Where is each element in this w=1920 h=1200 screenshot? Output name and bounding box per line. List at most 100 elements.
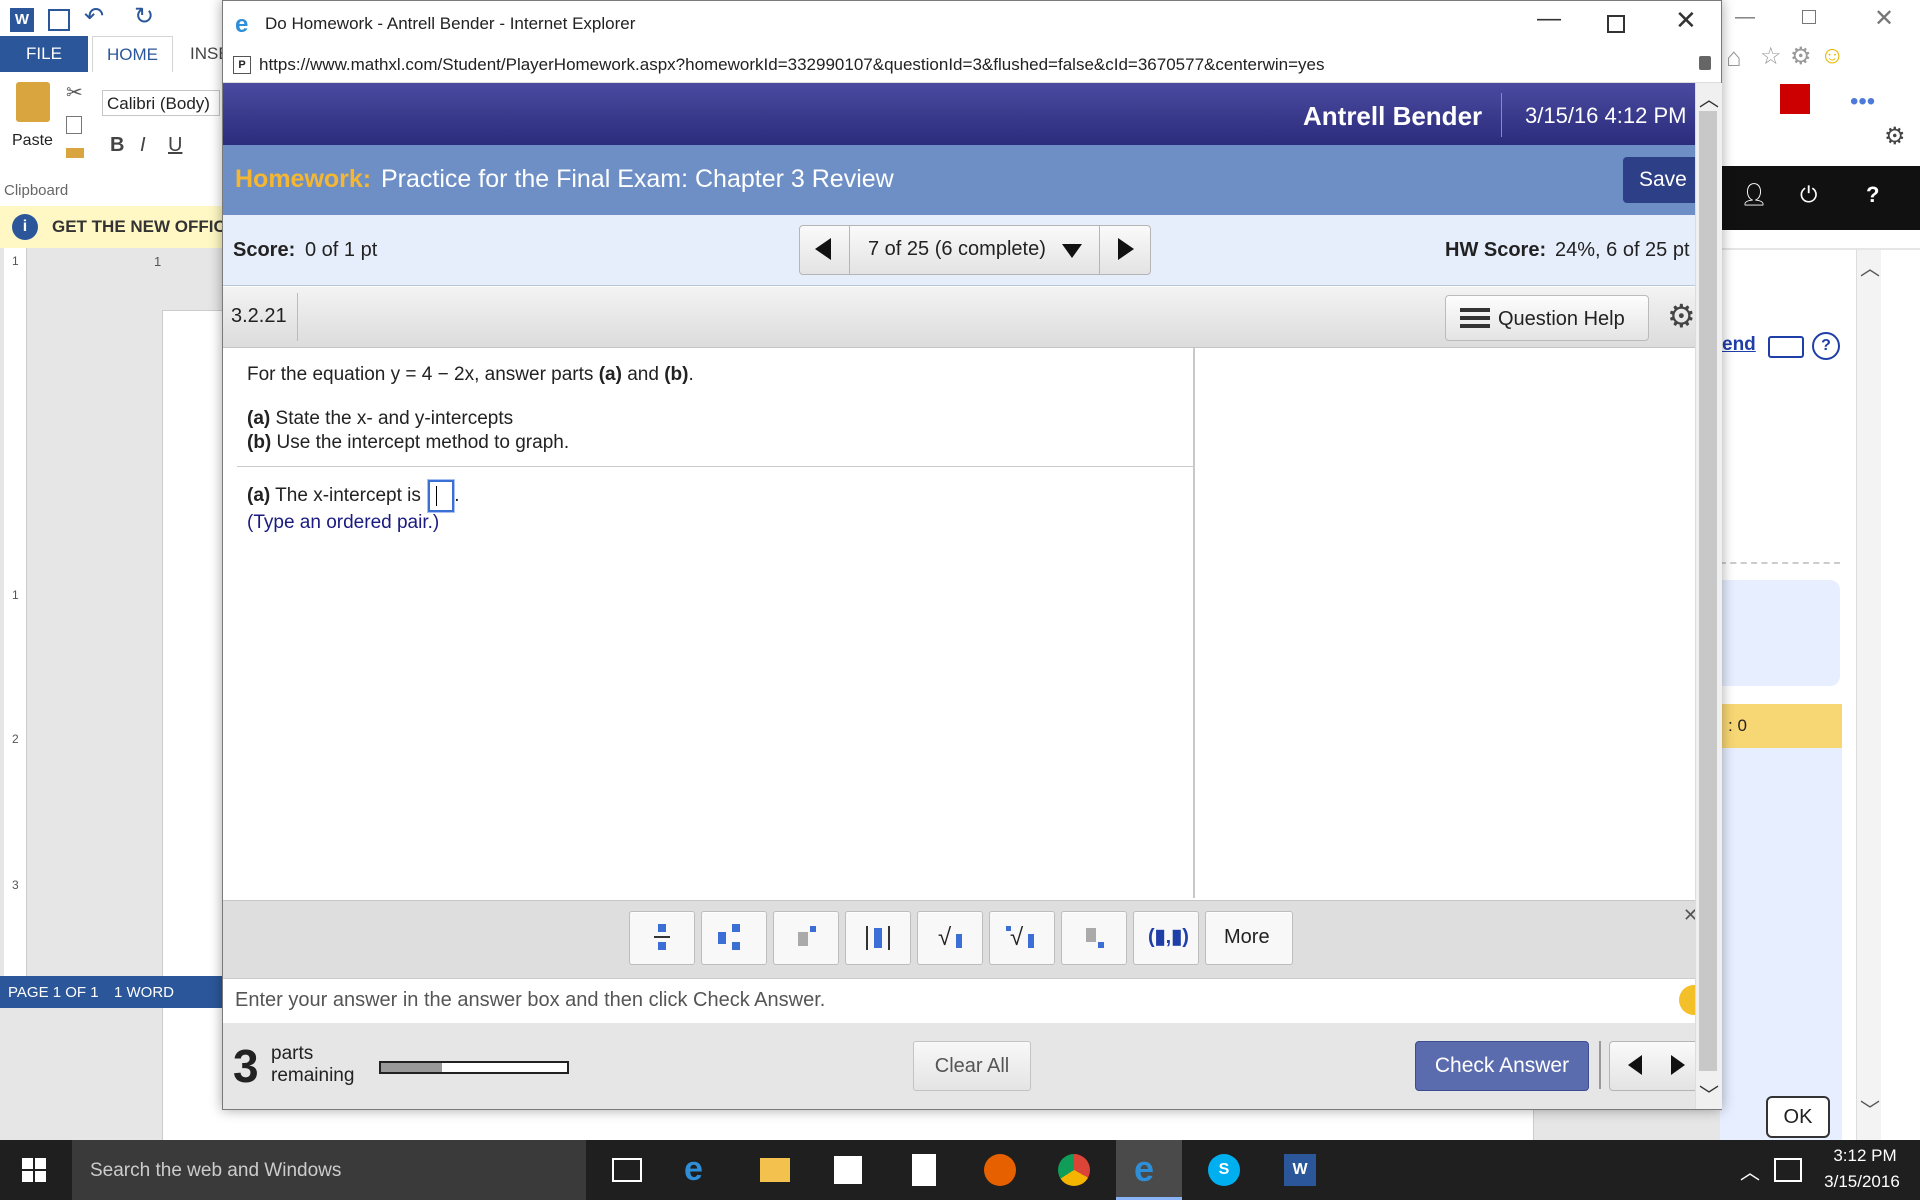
tools-icon[interactable]: ⚙ bbox=[1790, 42, 1812, 71]
question-settings-gear-icon[interactable]: ⚙ bbox=[1667, 297, 1695, 335]
save-icon[interactable] bbox=[48, 9, 70, 31]
notifications-icon[interactable] bbox=[1774, 1158, 1802, 1182]
underline-button[interactable]: U bbox=[168, 134, 182, 157]
user-icon[interactable]: 👤︎ bbox=[1740, 182, 1768, 208]
exponent-button[interactable] bbox=[773, 911, 839, 965]
clear-all-button[interactable]: Clear All bbox=[913, 1041, 1031, 1091]
internet-explorer-icon[interactable]: e bbox=[1116, 1140, 1182, 1200]
panel-link[interactable]: end bbox=[1722, 334, 1756, 356]
subscript-button[interactable] bbox=[1061, 911, 1127, 965]
home-icon[interactable]: ⌂ bbox=[1726, 42, 1742, 73]
prev-question-button[interactable] bbox=[799, 225, 851, 275]
windows-taskbar: Search the web and Windows e e S W ︿ 3:1… bbox=[0, 1140, 1920, 1200]
right-triangle-icon bbox=[1118, 238, 1134, 260]
math-input-toolbar: √ √ (▮,▮) More ✕ bbox=[223, 900, 1695, 979]
next-question-button[interactable] bbox=[1099, 225, 1151, 275]
dropdown-triangle-icon bbox=[1062, 244, 1082, 258]
scroll-up-icon[interactable]: ︿ bbox=[1699, 83, 1719, 112]
scroll-thumb[interactable] bbox=[1699, 111, 1717, 1071]
absolute-value-button[interactable] bbox=[845, 911, 911, 965]
fraction-button[interactable] bbox=[629, 911, 695, 965]
footer-bar: 3 parts remaining Clear All Check Answer bbox=[223, 1023, 1695, 1109]
word-update-infobar: i GET THE NEW OFFIC bbox=[0, 206, 226, 249]
ie-logo-icon: e bbox=[235, 11, 249, 38]
ie-maximize-icon[interactable] bbox=[1607, 15, 1625, 33]
question-help-button[interactable]: Question Help bbox=[1445, 295, 1649, 341]
chrome-icon[interactable] bbox=[1058, 1154, 1090, 1186]
tray-chevron-icon[interactable]: ︿ bbox=[1740, 1156, 1760, 1185]
taskbar-date[interactable]: 3/15/2016 bbox=[1812, 1172, 1912, 1192]
score-value: 0 of 1 pt bbox=[305, 239, 378, 261]
nth-root-button[interactable]: √ bbox=[989, 911, 1055, 965]
vertical-ruler bbox=[4, 248, 27, 988]
word-taskbar-icon[interactable]: W bbox=[1284, 1154, 1316, 1186]
copy-icon[interactable] bbox=[66, 116, 82, 134]
remaining-word: remaining bbox=[271, 1065, 355, 1086]
ie-minimize-icon[interactable]: — bbox=[1537, 5, 1561, 33]
check-answer-button[interactable]: Check Answer bbox=[1415, 1041, 1589, 1091]
taskbar-search-box[interactable]: Search the web and Windows bbox=[72, 1140, 586, 1200]
status-word-count[interactable]: 1 WORD bbox=[114, 984, 174, 1001]
redo-icon[interactable]: ↻ bbox=[134, 2, 154, 31]
help-circle-icon[interactable]: ? bbox=[1812, 332, 1840, 360]
windows-start-icon[interactable] bbox=[22, 1158, 46, 1182]
taskbar-time[interactable]: 3:12 PM bbox=[1820, 1146, 1910, 1166]
lock-icon[interactable] bbox=[1699, 56, 1711, 70]
answer-label: (a) bbox=[247, 485, 271, 507]
status-page-count[interactable]: PAGE 1 OF 1 bbox=[8, 984, 99, 1001]
file-explorer-icon[interactable] bbox=[760, 1158, 790, 1182]
more-dots-icon[interactable]: ••• bbox=[1850, 88, 1875, 116]
skype-icon[interactable]: S bbox=[1208, 1154, 1240, 1186]
task-view-icon[interactable] bbox=[612, 1158, 642, 1182]
homework-title-bar: Homework: Practice for the Final Exam: C… bbox=[223, 145, 1695, 215]
mixed-number-button[interactable] bbox=[701, 911, 767, 965]
settings-gear-icon[interactable]: ⚙ bbox=[1884, 122, 1906, 151]
panel-scroll-down-icon[interactable]: ﹀ bbox=[1860, 1094, 1880, 1123]
word-restore-icon[interactable] bbox=[1802, 10, 1816, 24]
panel-scroll-up-icon[interactable]: ︿ bbox=[1860, 252, 1880, 281]
answer-line: (a) The x-intercept is . bbox=[247, 480, 459, 512]
store-icon[interactable] bbox=[834, 1156, 862, 1184]
undo-icon[interactable]: ↶ bbox=[84, 2, 104, 31]
question-selector[interactable]: 7 of 25 (6 complete) bbox=[849, 225, 1101, 275]
answer-input-box[interactable] bbox=[428, 480, 455, 512]
tab-home[interactable]: HOME bbox=[92, 36, 173, 73]
ok-button[interactable]: OK bbox=[1766, 1096, 1830, 1138]
favorites-icon[interactable]: ☆ bbox=[1760, 42, 1782, 71]
word-close-icon[interactable]: ✕ bbox=[1874, 4, 1894, 33]
italic-button[interactable]: I bbox=[140, 134, 146, 157]
square-root-button[interactable]: √ bbox=[917, 911, 983, 965]
edge-icon[interactable]: e bbox=[684, 1150, 703, 1189]
ie-address-bar[interactable]: P https://www.mathxl.com/Student/PlayerH… bbox=[223, 48, 1721, 83]
hint-bar: Enter your answer in the answer box and … bbox=[223, 978, 1695, 1024]
scroll-down-icon[interactable]: ﹀ bbox=[1699, 1079, 1719, 1108]
ie-scrollbar[interactable]: ︿ ﹀ bbox=[1695, 83, 1722, 1109]
mathxl-user-bar: Antrell Bender 3/15/16 4:12 PM bbox=[223, 83, 1695, 145]
firefox-icon[interactable] bbox=[984, 1154, 1016, 1186]
panel-lower-box bbox=[1720, 748, 1842, 1140]
printer-icon[interactable] bbox=[1768, 336, 1804, 358]
paste-icon[interactable] bbox=[16, 82, 50, 122]
ordered-pair-button[interactable]: (▮,▮) bbox=[1133, 911, 1199, 965]
paste-button[interactable]: Paste bbox=[12, 132, 53, 150]
panel-scrollbar[interactable] bbox=[1856, 250, 1881, 1140]
prompt-and: and bbox=[627, 364, 659, 385]
ie-close-icon[interactable]: ✕ bbox=[1675, 5, 1697, 36]
save-button[interactable]: Save bbox=[1623, 157, 1695, 203]
word-minimize-icon[interactable]: — bbox=[1735, 6, 1755, 29]
more-button[interactable]: More bbox=[1205, 911, 1293, 965]
cut-icon[interactable]: ✂ bbox=[66, 80, 83, 105]
bold-button[interactable]: B bbox=[110, 134, 124, 157]
document-icon[interactable] bbox=[912, 1154, 936, 1186]
footer-next-button[interactable] bbox=[1661, 1041, 1695, 1091]
url-field[interactable]: https://www.mathxl.com/Student/PlayerHom… bbox=[259, 55, 1325, 75]
format-painter-icon[interactable] bbox=[66, 148, 84, 158]
toolbar-close-icon[interactable]: ✕ bbox=[1683, 905, 1695, 926]
help-icon[interactable]: ? bbox=[1866, 182, 1879, 208]
part-a-text: State the x- and y-intercepts bbox=[275, 408, 514, 429]
tab-file[interactable]: FILE bbox=[0, 36, 88, 72]
footer-prev-button[interactable] bbox=[1609, 1041, 1663, 1091]
power-icon[interactable]: ⏻ bbox=[1800, 182, 1817, 208]
smiley-icon[interactable]: ☺ bbox=[1820, 42, 1845, 70]
font-name-select[interactable]: Calibri (Body) bbox=[102, 90, 220, 116]
